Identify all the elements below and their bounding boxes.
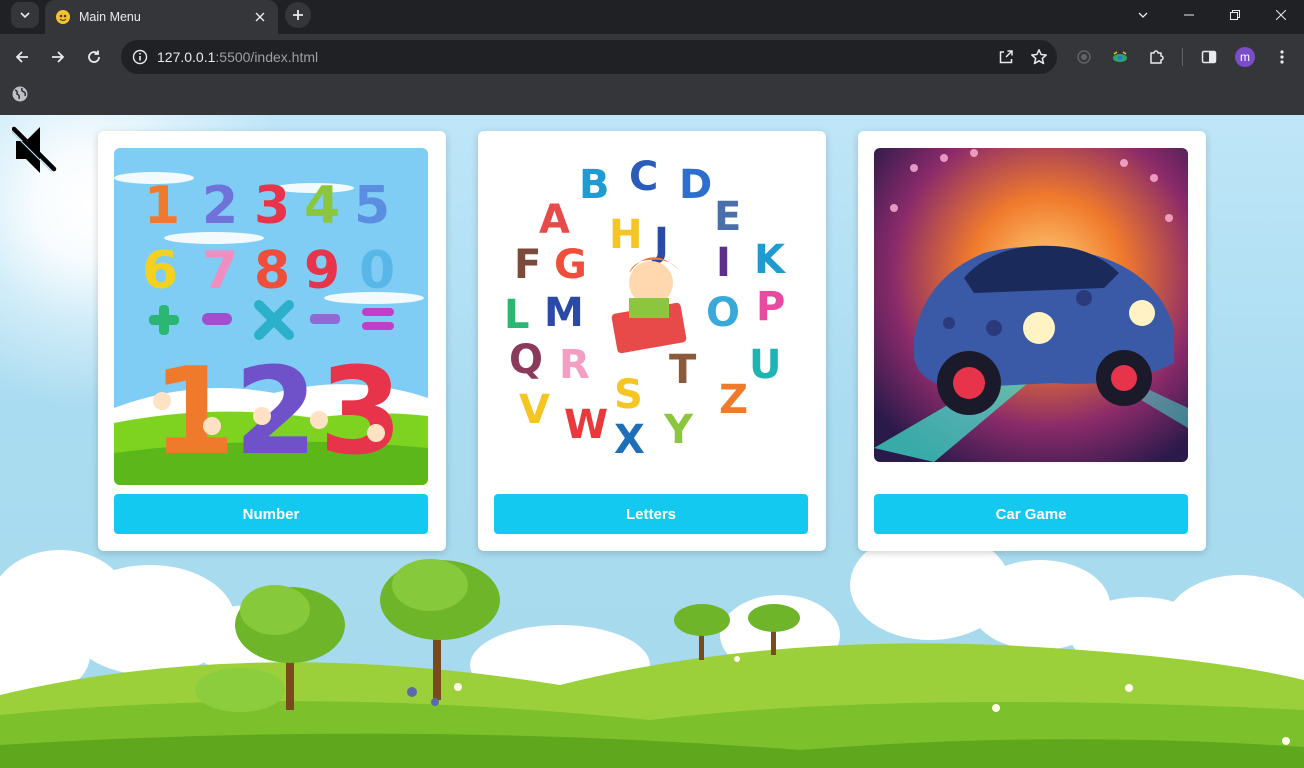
svg-text:Z: Z: [719, 377, 748, 423]
number-button[interactable]: Number: [114, 494, 428, 534]
svg-text:X: X: [614, 417, 645, 463]
card-number: 1 2 3 4 5 6 7 8 9 0 1 2 3 Number: [98, 131, 446, 551]
svg-text:1: 1: [144, 176, 180, 236]
restore-button[interactable]: [1212, 0, 1258, 30]
svg-text:G: G: [554, 242, 587, 288]
tab-search-button[interactable]: [11, 2, 39, 28]
svg-text:Y: Y: [663, 407, 694, 453]
alphabet-illustration[interactable]: B C D A E H J K F G I L M O P Q R T U V: [494, 148, 808, 485]
profile-avatar[interactable]: m: [1235, 47, 1255, 67]
new-tab-button[interactable]: [285, 2, 311, 28]
toolbar-divider: [1182, 48, 1183, 66]
svg-text:H: H: [609, 212, 642, 258]
chevron-down-icon: [1138, 12, 1148, 18]
close-icon: [255, 12, 265, 22]
svg-text:U: U: [749, 342, 781, 388]
puzzle-icon: [1150, 50, 1164, 64]
url-text[interactable]: 127.0.0.1:5500/index.html: [157, 49, 991, 65]
browser-menu-button[interactable]: [1266, 41, 1298, 73]
record-icon: [1077, 50, 1091, 64]
car-game-button[interactable]: Car Game: [874, 494, 1188, 534]
svg-text:2: 2: [202, 176, 238, 236]
svg-text:S: S: [614, 372, 643, 418]
svg-text:F: F: [514, 242, 541, 288]
minimize-icon: [1184, 14, 1194, 16]
svg-text:E: E: [714, 194, 741, 240]
svg-text:O: O: [706, 290, 740, 336]
svg-text:A: A: [539, 197, 570, 243]
svg-text:3: 3: [319, 343, 403, 482]
svg-text:9: 9: [304, 241, 340, 301]
svg-text:M: M: [544, 290, 584, 336]
svg-text:I: I: [716, 240, 731, 286]
url-host: 127.0.0.1: [157, 49, 216, 65]
page-viewport: 1 2 3 4 5 6 7 8 9 0 1 2 3 Number B C D A…: [0, 115, 1304, 768]
tab-main-menu[interactable]: Main Menu: [45, 0, 278, 34]
back-button[interactable]: [6, 41, 38, 73]
tab-title: Main Menu: [79, 10, 141, 24]
bookmark-star-button[interactable]: [1024, 42, 1054, 72]
speaker-muted-icon[interactable]: [12, 123, 58, 177]
bookmarks-bar: [0, 80, 1304, 115]
url-path: :5500/index.html: [215, 49, 319, 65]
favicon-icon: [56, 10, 70, 24]
numbers-illustration[interactable]: 1 2 3 4 5 6 7 8 9 0 1 2 3: [114, 148, 428, 485]
extensions-menu-button[interactable]: [1140, 41, 1172, 73]
plus-icon: [293, 10, 303, 20]
svg-text:0: 0: [359, 241, 395, 301]
svg-text:Q: Q: [509, 337, 543, 383]
svg-text:1: 1: [152, 343, 236, 482]
svg-text:8: 8: [254, 241, 290, 301]
forward-button[interactable]: [42, 41, 74, 73]
info-icon: [132, 49, 148, 65]
svg-text:3: 3: [254, 176, 290, 236]
svg-text:D: D: [679, 162, 712, 208]
chevron-down-icon: [20, 12, 30, 19]
svg-text:C: C: [629, 154, 658, 200]
reload-button[interactable]: [78, 41, 110, 73]
kebab-menu-icon: [1280, 50, 1284, 64]
svg-text:L: L: [504, 292, 530, 338]
minimize-button[interactable]: [1166, 0, 1212, 30]
svg-text:5: 5: [354, 176, 390, 236]
star-icon: [1031, 49, 1047, 65]
svg-text:K: K: [754, 237, 787, 283]
side-panel-icon: [1201, 50, 1217, 64]
restore-icon: [1230, 10, 1240, 20]
tab-strip: Main Menu: [0, 0, 1304, 34]
address-bar[interactable]: 127.0.0.1:5500/index.html: [121, 40, 1057, 74]
svg-text:P: P: [756, 284, 785, 330]
share-button[interactable]: [991, 42, 1021, 72]
svg-text:4: 4: [304, 176, 340, 236]
svg-text:2: 2: [234, 343, 318, 482]
letters-button[interactable]: Letters: [494, 494, 808, 534]
share-icon: [999, 50, 1013, 64]
svg-text:R: R: [559, 342, 590, 388]
extension-eye-icon: [1113, 51, 1127, 62]
site-info-button[interactable]: [125, 42, 155, 72]
svg-text:V: V: [519, 387, 550, 433]
reload-icon: [88, 50, 100, 63]
arrow-right-icon: [52, 51, 65, 63]
close-window-button[interactable]: [1258, 0, 1304, 30]
tab-list-dropdown[interactable]: [1120, 0, 1166, 30]
svg-text:B: B: [579, 162, 610, 208]
arrow-left-icon: [15, 51, 28, 63]
svg-text:W: W: [564, 402, 608, 448]
svg-text:6: 6: [142, 241, 178, 301]
svg-text:T: T: [669, 347, 697, 393]
extension-button[interactable]: [1104, 41, 1136, 73]
side-panel-button[interactable]: [1193, 41, 1225, 73]
extension-record-button[interactable]: [1068, 41, 1100, 73]
svg-text:7: 7: [202, 241, 238, 301]
close-icon: [1276, 10, 1286, 20]
globe-icon[interactable]: [11, 85, 29, 103]
card-car-game: Car Game: [858, 131, 1206, 551]
tab-close-button[interactable]: [248, 5, 272, 29]
card-letters: B C D A E H J K F G I L M O P Q R T U V: [478, 131, 826, 551]
neon-car-illustration[interactable]: [874, 148, 1188, 462]
landscape-background: [0, 530, 1304, 768]
